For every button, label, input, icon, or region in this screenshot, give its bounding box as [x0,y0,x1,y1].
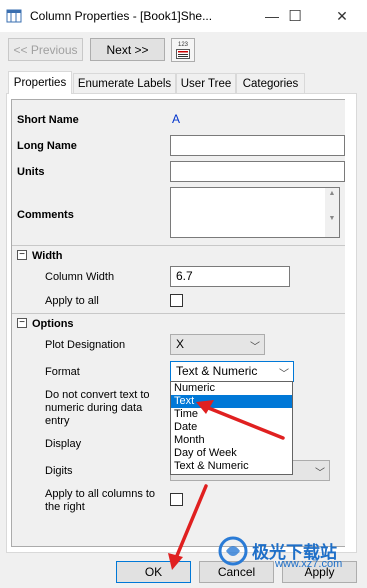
next-button[interactable]: Next >> [90,38,165,61]
maximize-button[interactable]: ☐ [280,0,310,32]
settings-button[interactable]: 123 [171,38,195,62]
previous-button[interactable]: << Previous [8,38,83,61]
minimize-icon: — [265,8,279,24]
no-convert-label-line3: entry [45,415,70,427]
width-section-divider [12,245,345,246]
format-option-month[interactable]: Month [171,434,292,447]
apply-all-right-label-line1: Apply to all columns to [45,488,156,500]
column-width-input[interactable]: 6.7 [170,266,290,287]
short-name-value: A [172,112,181,126]
format-option-numeric[interactable]: Numeric [171,382,292,395]
long-name-input[interactable] [170,135,345,156]
format-option-text[interactable]: Text [171,395,292,408]
format-dropdown-list: Numeric Text Time Date Month Day of Week… [170,381,293,475]
settings-icon-text: 123 [177,41,188,48]
format-option-time[interactable]: Time [171,408,292,421]
scroll-up-icon[interactable]: ▲ [325,188,339,200]
window-title: Column Properties - [Book1]She... [30,9,213,23]
units-input[interactable] [170,161,345,182]
long-name-label: Long Name [17,140,77,152]
format-option-day-of-week[interactable]: Day of Week [171,447,292,460]
no-convert-label-line1: Do not convert text to [45,389,150,401]
watermark-url: www.xz7.com [275,558,343,570]
apply-all-right-label-line2: the right [45,501,85,513]
apply-all-right-checkbox[interactable] [170,493,183,506]
apply-to-all-label: Apply to all [45,295,99,307]
tab-properties[interactable]: Properties [8,71,72,94]
collapse-options-icon[interactable]: − [17,318,27,328]
apply-to-all-checkbox[interactable] [170,294,183,307]
options-section-divider [12,313,345,314]
no-convert-label-line2: numeric during data [45,402,143,414]
options-section-label: Options [32,318,74,330]
chevron-down-icon: ﹀ [279,369,289,380]
comments-textarea[interactable]: ▲ ▼ [170,187,340,238]
close-button[interactable]: ✕ [322,0,362,32]
watermark-logo-icon [218,536,248,566]
units-label: Units [17,166,45,178]
comments-label: Comments [17,209,74,221]
format-option-date[interactable]: Date [171,421,292,434]
plot-designation-value: X [176,337,185,351]
chevron-down-icon: ﹀ [315,468,325,479]
display-label: Display [45,438,82,450]
short-name-label: Short Name [17,114,79,126]
tab-categories[interactable]: Categories [236,73,305,93]
format-label: Format [45,366,80,378]
plot-designation-label: Plot Designation [45,339,126,351]
maximize-icon: ☐ [288,8,302,25]
tab-user-tree[interactable]: User Tree [176,73,236,93]
origin-app-icon [6,8,22,24]
width-section-label: Width [32,250,63,262]
plot-designation-select[interactable]: X ﹀ [170,334,265,355]
column-width-label: Column Width [45,271,115,283]
scroll-down-icon[interactable]: ▼ [325,213,339,225]
tab-enumerate-labels[interactable]: Enumerate Labels [73,73,176,93]
digits-label: Digits [45,465,73,477]
format-select[interactable]: Text & Numeric ﹀ [170,361,294,382]
close-icon: ✕ [336,7,348,24]
format-value: Text & Numeric [176,364,258,378]
column-list-icon [176,48,190,59]
comments-scrollbar[interactable]: ▲ ▼ [325,188,339,237]
ok-button[interactable]: OK [116,561,191,583]
collapse-width-icon[interactable]: − [17,250,27,260]
format-option-text-numeric[interactable]: Text & Numeric [171,460,292,473]
chevron-down-icon: ﹀ [250,342,260,353]
